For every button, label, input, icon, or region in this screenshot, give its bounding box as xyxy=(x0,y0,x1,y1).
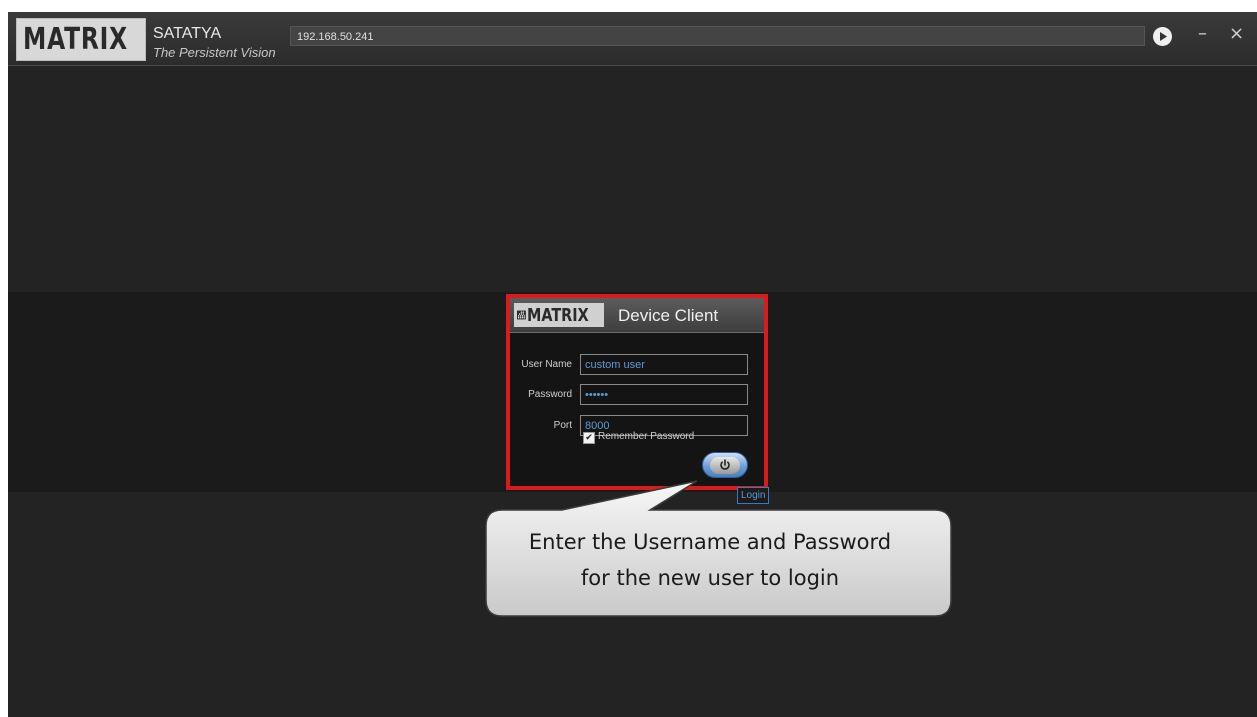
dialog-logo: MATRIX xyxy=(514,303,604,327)
play-button[interactable] xyxy=(1153,27,1172,46)
callout-line-2: for the new user to login xyxy=(580,566,840,590)
username-input[interactable] xyxy=(580,354,748,375)
matrix-logo: MATRIX xyxy=(16,18,146,61)
port-label: Port xyxy=(553,420,572,431)
dialog-logo-wordmark: MATRIX xyxy=(526,304,589,326)
remember-password-checkbox[interactable]: ✔ xyxy=(583,432,595,444)
app-name: SATATYA xyxy=(153,25,222,42)
play-icon xyxy=(1159,32,1167,41)
callout-line-1: Enter the Username and Password xyxy=(528,530,892,554)
app-tagline: The Persistent Vision xyxy=(153,45,276,60)
dialog-header: MATRIX Device Client xyxy=(510,298,764,333)
logo-wordmark: MATRIX xyxy=(23,22,128,57)
close-button[interactable]: × xyxy=(1229,23,1244,44)
minimize-button[interactable]: – xyxy=(1198,23,1207,44)
password-input[interactable] xyxy=(580,384,748,405)
callout-text: Enter the Username and Password for the … xyxy=(480,510,940,610)
logo-dots-icon xyxy=(517,310,526,320)
remember-password-label: Remember Password xyxy=(598,431,695,442)
dialog-title: Device Client xyxy=(618,306,719,325)
username-label: User Name xyxy=(521,359,572,370)
title-bar: MATRIX SATATYA The Persistent Vision 192… xyxy=(8,12,1257,66)
address-bar[interactable]: 192.168.50.241 xyxy=(290,26,1145,46)
password-label: Password xyxy=(528,389,572,400)
